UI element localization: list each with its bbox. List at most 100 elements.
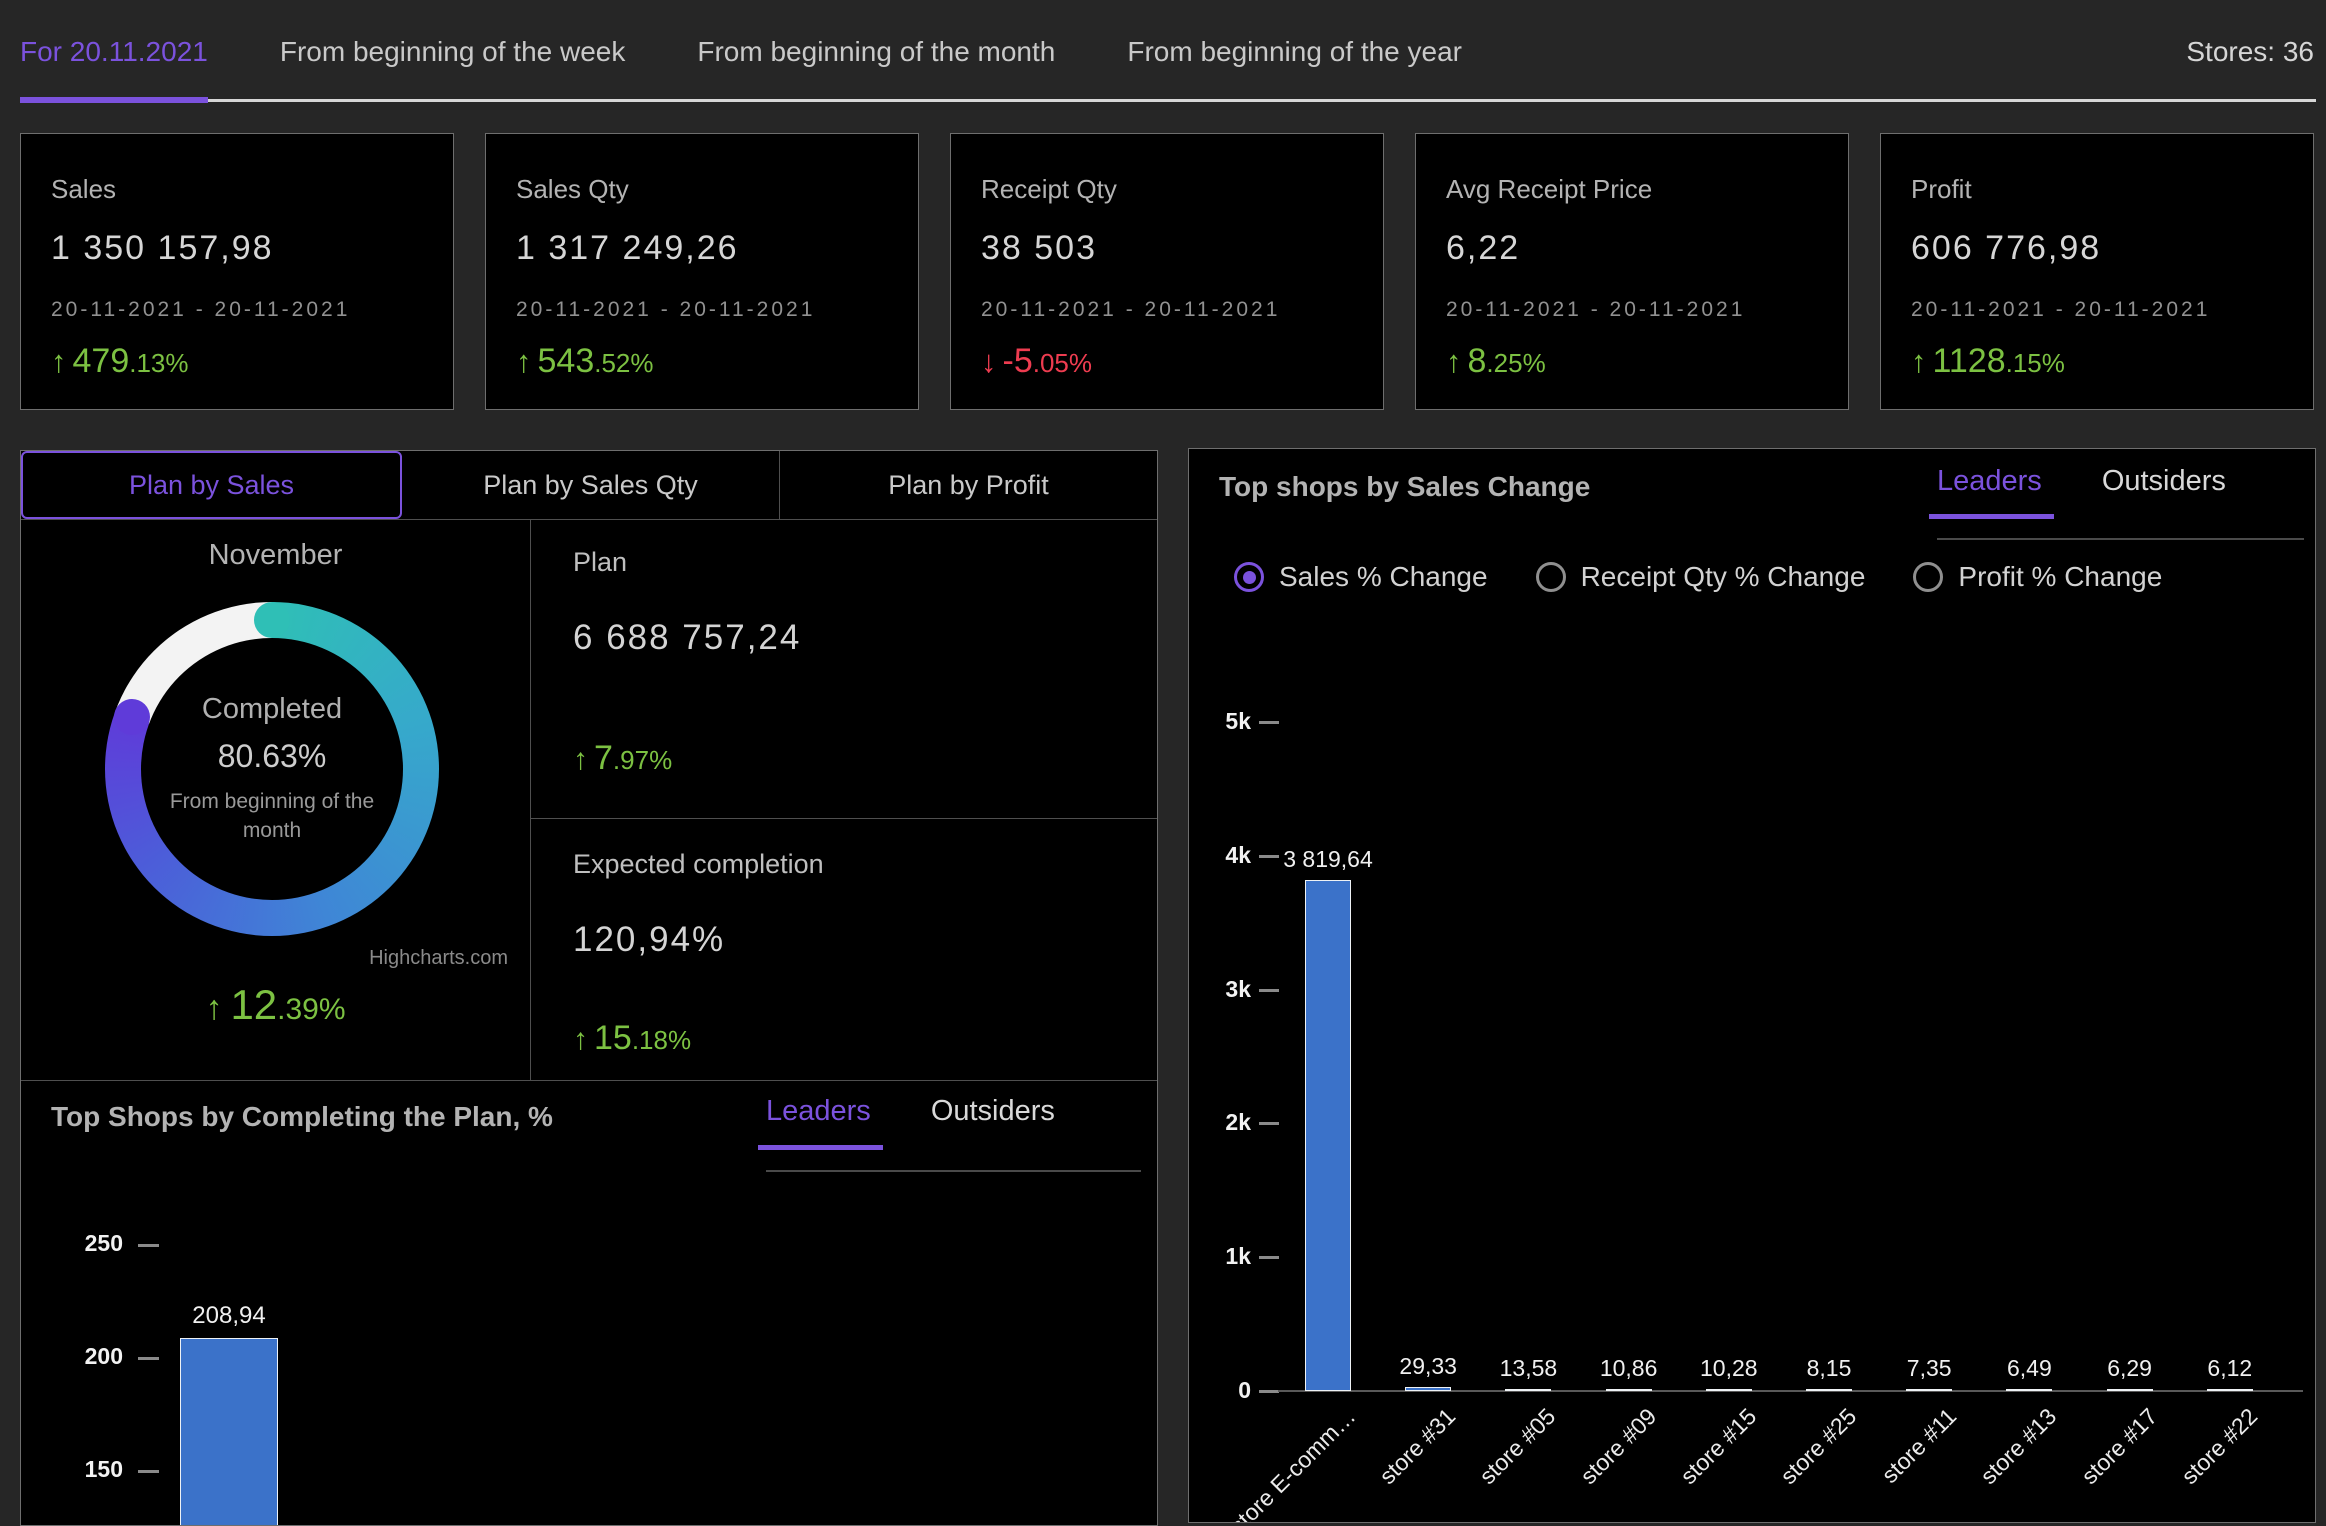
kpi-card-3: Avg Receipt Price 6,22 20-11-2021 - 20-1… (1415, 133, 1849, 410)
kpi-row: Sales 1 350 157,98 20-11-2021 - 20-11-20… (20, 133, 2314, 410)
plan-content: November Completed 80.63% From beginning… (21, 519, 1157, 1081)
plan-tabbar: Plan by Sales Plan by Sales Qty Plan by … (21, 451, 1157, 520)
kpi-value: 1 317 249,26 (516, 229, 888, 268)
y-axis-tick-label: 1k (1189, 1243, 1251, 1270)
topbar-tab-1[interactable]: From beginning of the week (280, 0, 626, 104)
y-axis-tick-mark (1259, 721, 1279, 724)
trend-up-icon: ↑ (573, 1023, 588, 1056)
kpi-change: ↑543.52% (516, 342, 888, 381)
kpi-value: 6,22 (1446, 229, 1818, 268)
y-axis-tick-mark (1259, 1256, 1279, 1259)
kpi-change: ↑8.25% (1446, 342, 1818, 381)
bar-store-#15[interactable] (1706, 1389, 1752, 1391)
gauge-center-value: 80.63% (218, 738, 327, 775)
kpi-card-1: Sales Qty 1 317 249,26 20-11-2021 - 20-1… (485, 133, 919, 410)
gauge-center-subtitle: From beginning of the month (167, 787, 377, 846)
plan-gauge-center: Completed 80.63% From beginning of the m… (141, 638, 403, 900)
stores-count: Stores: 36 (2186, 36, 2326, 68)
gauge-month-label: November (21, 539, 530, 572)
bar-value-label: 3 819,64 (1248, 846, 1408, 873)
plan-completion-chart: 250 200 150 208,94 (21, 1081, 1157, 1526)
kpi-value: 606 776,98 (1911, 229, 2283, 268)
plan-gauge-column: November Completed 80.63% From beginning… (21, 519, 531, 1080)
bar-store-#22[interactable] (2207, 1389, 2253, 1391)
bar-store-E-comm…[interactable] (1305, 880, 1351, 1391)
kpi-value: 1 350 157,98 (51, 229, 423, 268)
trend-up-icon: ↑ (573, 743, 588, 776)
plan-panel: Plan by Sales Plan by Sales Qty Plan by … (20, 450, 1158, 1526)
y-axis-tick-label: 250 (49, 1230, 123, 1257)
sales-change-panel: Top shops by Sales Change Leaders Outsid… (1188, 448, 2316, 1523)
gauge-arc-end-cap (114, 699, 150, 735)
kpi-change: ↑1128.15% (1911, 342, 2283, 381)
kpi-title: Avg Receipt Price (1446, 174, 1818, 205)
kpi-card-2: Receipt Qty 38 503 20-11-2021 - 20-11-20… (950, 133, 1384, 410)
kpi-period: 20-11-2021 - 20-11-2021 (51, 298, 423, 322)
gauge-change: ↑12.39% (21, 981, 530, 1029)
y-axis-tick-label: 5k (1189, 708, 1251, 735)
kpi-period: 20-11-2021 - 20-11-2021 (1446, 298, 1818, 322)
y-axis-tick-label: 3k (1189, 976, 1251, 1003)
bar-store-#09[interactable] (1606, 1389, 1652, 1391)
kpi-change: ↑479.13% (51, 342, 423, 381)
y-axis-tick-mark (138, 1470, 159, 1473)
expected-value: 120,94% (573, 920, 1115, 960)
kpi-title: Sales Qty (516, 174, 888, 205)
plan-change: ↑7.97% (573, 739, 672, 778)
bar-store-#31[interactable] (1405, 1387, 1451, 1391)
y-axis-tick-mark (1259, 989, 1279, 992)
y-axis-tick-mark (138, 1357, 159, 1360)
bar-store-#05[interactable] (1505, 1389, 1551, 1391)
plan-values-column: Plan 6 688 757,24 ↑7.97% Expected comple… (531, 519, 1157, 1080)
trend-down-icon: ↓ (981, 344, 997, 379)
plan-tab-0[interactable]: Plan by Sales (21, 451, 402, 519)
highcharts-credits-link[interactable]: Highcharts.com (369, 947, 508, 970)
kpi-period: 20-11-2021 - 20-11-2021 (1911, 298, 2283, 322)
bar-value-label: 6,12 (2150, 1355, 2310, 1382)
y-axis-tick-mark (1259, 1390, 1279, 1393)
bar-store-#25[interactable] (1806, 1389, 1852, 1391)
gauge-arc-start-cap (254, 602, 290, 638)
bar-store-#17[interactable] (2107, 1389, 2153, 1391)
y-axis-tick-label: 4k (1189, 842, 1251, 869)
topbar-tab-2[interactable]: From beginning of the month (697, 0, 1055, 104)
sales-change-chart: 5k4k3k2k1k03 819,64store E-comm…29,33sto… (1189, 449, 2315, 1522)
period-tabbar: For 20.11.2021 From beginning of the wee… (0, 0, 2326, 104)
bar-completing-plan[interactable] (180, 1338, 278, 1526)
plan-label: Plan (573, 547, 1115, 578)
trend-up-icon: ↑ (1911, 344, 1927, 379)
kpi-value: 38 503 (981, 229, 1353, 268)
bar-store-#11[interactable] (1906, 1389, 1952, 1391)
trend-up-icon: ↑ (51, 344, 67, 379)
trend-up-icon: ↑ (516, 344, 532, 379)
kpi-title: Receipt Qty (981, 174, 1353, 205)
y-axis-tick-label: 2k (1189, 1109, 1251, 1136)
kpi-card-4: Profit 606 776,98 20-11-2021 - 20-11-202… (1880, 133, 2314, 410)
plan-tab-2[interactable]: Plan by Profit (780, 451, 1157, 519)
y-axis-tick-label: 200 (49, 1343, 123, 1370)
dashboard: For 20.11.2021 From beginning of the wee… (0, 0, 2326, 1526)
plan-block: Plan 6 688 757,24 ↑7.97% (531, 519, 1157, 819)
expected-label: Expected completion (573, 849, 1115, 880)
bar-value-label: 208,94 (159, 1302, 299, 1330)
expected-completion-block: Expected completion 120,94% ↑15.18% (531, 819, 1157, 1081)
plan-value: 6 688 757,24 (573, 618, 1115, 658)
kpi-title: Sales (51, 174, 423, 205)
kpi-card-0: Sales 1 350 157,98 20-11-2021 - 20-11-20… (20, 133, 454, 410)
bar-store-#13[interactable] (2006, 1389, 2052, 1391)
y-axis-tick-label: 0 (1189, 1377, 1251, 1404)
plan-completion-chart-section: Top Shops by Completing the Plan, % Lead… (21, 1081, 1157, 1526)
topbar-tab-3[interactable]: From beginning of the year (1127, 0, 1462, 104)
y-axis-tick-mark (138, 1244, 159, 1247)
y-axis-tick-label: 150 (49, 1456, 123, 1483)
topbar-tab-0[interactable]: For 20.11.2021 (20, 0, 208, 104)
kpi-title: Profit (1911, 174, 2283, 205)
y-axis-tick-mark (1259, 1122, 1279, 1125)
kpi-change: ↓-5.05% (981, 342, 1353, 381)
plan-tab-1[interactable]: Plan by Sales Qty (402, 451, 780, 519)
kpi-period: 20-11-2021 - 20-11-2021 (516, 298, 888, 322)
expected-change: ↑15.18% (573, 1019, 691, 1058)
gauge-center-title: Completed (202, 693, 342, 726)
plan-gauge-donut[interactable]: Completed 80.63% From beginning of the m… (105, 602, 439, 936)
trend-up-icon: ↑ (1446, 344, 1462, 379)
